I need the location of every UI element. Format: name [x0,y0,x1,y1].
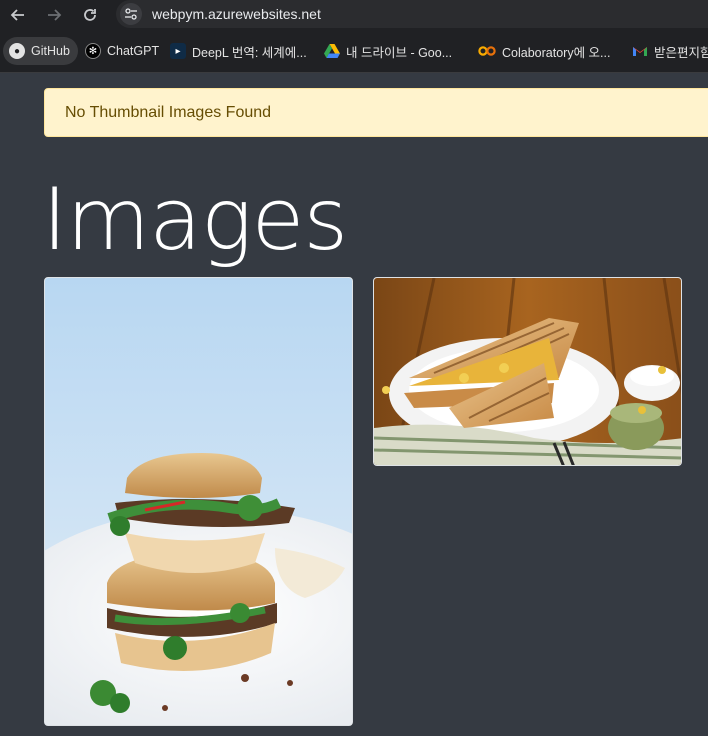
banh-mi-sandwich-photo [45,278,352,725]
bookmark-label: Colaboratory에 오... [502,45,611,60]
back-button[interactable] [7,4,29,26]
bookmarks-bar: ● GitHub ✻ ChatGPT ▸ DeepL 번역: 세계에... 내 … [0,30,708,73]
bookmark-deepl[interactable]: ▸ DeepL 번역: 세계에... [170,37,307,65]
forward-arrow-icon [48,9,62,21]
back-arrow-icon [10,9,24,21]
colab-icon [478,43,496,59]
chatgpt-icon: ✻ [85,43,101,59]
tune-icon [125,8,137,20]
gmail-icon [632,43,648,59]
alert-text: No Thumbnail Images Found [65,104,272,121]
bookmark-label: GitHub [31,44,70,58]
page-title: Images [42,170,348,270]
image-card-grilled-sandwich[interactable] [373,277,682,466]
bookmark-google-drive[interactable]: 내 드라이브 - Goo... [324,37,452,65]
browser-toolbar: webpym.azurewebsites.net [0,0,708,30]
no-thumbnails-alert: No Thumbnail Images Found [44,88,708,137]
deepl-icon: ▸ [170,43,186,59]
bookmark-gmail[interactable]: 받은편지함 [632,37,708,65]
google-drive-icon [324,43,340,59]
bookmark-label: DeepL 번역: 세계에... [192,45,307,60]
bookmark-label: 내 드라이브 - Goo... [346,45,453,60]
bookmark-colab[interactable]: Colaboratory에 오... [478,37,610,65]
github-icon: ● [9,43,25,59]
grilled-sandwich-photo [374,278,681,465]
address-bar[interactable]: webpym.azurewebsites.net [116,0,708,28]
bookmark-label: 받은편지함 [654,45,708,60]
bookmark-label: ChatGPT [107,44,160,58]
image-card-banh-mi[interactable] [44,277,353,726]
reload-icon [84,9,96,21]
forward-button[interactable] [43,4,65,26]
site-settings-button[interactable] [120,3,142,25]
reload-button[interactable] [79,4,101,26]
bookmark-chatgpt[interactable]: ✻ ChatGPT [85,37,159,65]
bookmark-github[interactable]: ● GitHub [3,37,78,65]
url-text[interactable]: webpym.azurewebsites.net [152,6,321,22]
